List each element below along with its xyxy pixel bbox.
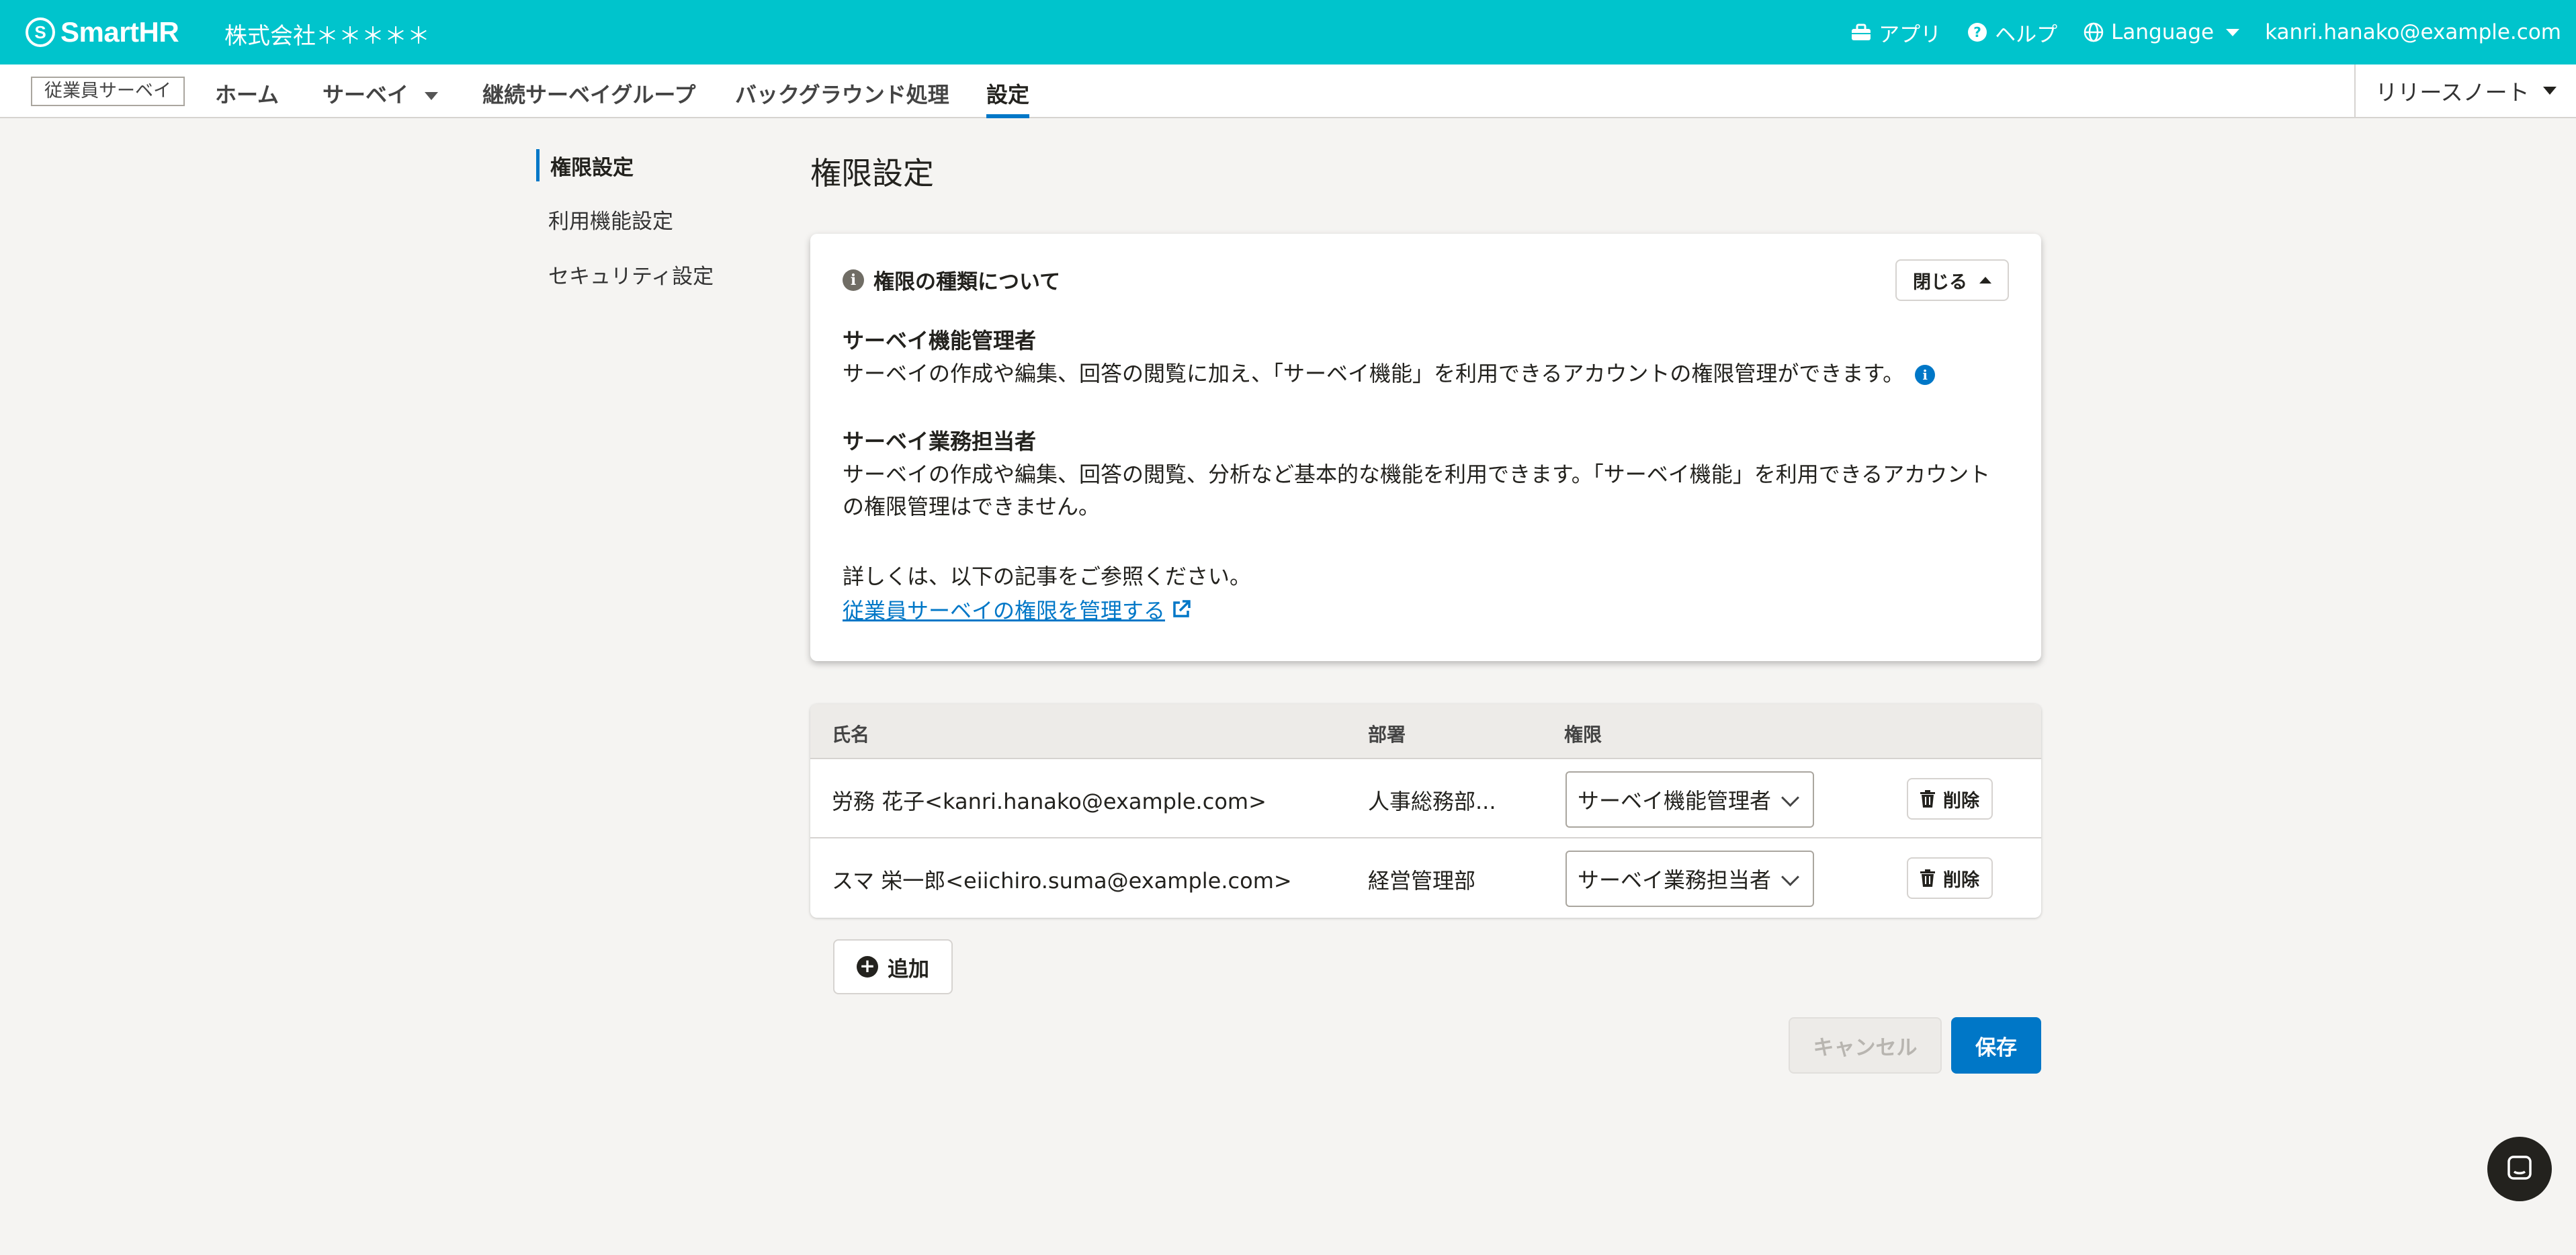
chevron-down-icon xyxy=(1781,868,1799,886)
tab-settings[interactable]: 設定 xyxy=(986,78,1030,118)
question-circle-icon: ? xyxy=(1967,21,1988,43)
role-title-admin: サーベイ機能管理者 xyxy=(843,328,1037,353)
chat-icon xyxy=(2505,1154,2534,1184)
save-button[interactable]: 保存 xyxy=(1951,1017,2041,1074)
page-title: 権限設定 xyxy=(810,155,934,191)
tab-home[interactable]: ホーム xyxy=(215,78,279,118)
apps-menu[interactable]: アプリ xyxy=(1850,17,1941,48)
help-article-link-text: 従業員サーベイの権限を管理する xyxy=(843,598,1166,623)
help-menu[interactable]: ? ヘルプ xyxy=(1967,17,2057,48)
info-icon: i xyxy=(843,269,864,291)
release-notes-label: リリースノート xyxy=(2375,79,2530,105)
user-email: kanri.hanako@example.com xyxy=(2265,20,2561,44)
trash-icon xyxy=(1920,869,1935,887)
member-name: 労務 花子<kanri.hanako@example.com> xyxy=(832,789,1266,814)
role-title-staff: サーベイ業務担当者 xyxy=(843,429,1037,454)
caret-down-icon xyxy=(425,92,439,100)
header-actions: アプリ ? ヘルプ Language kanri.hanako@example.… xyxy=(1825,15,2561,50)
language-label: Language xyxy=(2111,20,2215,44)
apps-label: アプリ xyxy=(1879,22,1942,47)
svg-text:?: ? xyxy=(1973,24,1981,40)
plus-circle-icon: + xyxy=(857,956,878,978)
member-name: スマ 栄一郎<eiichiro.suma@example.com> xyxy=(832,868,1292,894)
details-text: 詳しくは、以下の記事をご参照ください。 xyxy=(843,564,1252,589)
delete-button[interactable]: 削除 xyxy=(1907,857,1993,899)
help-label: ヘルプ xyxy=(1995,22,2058,47)
chevron-down-icon xyxy=(1781,789,1799,807)
settings-sidebar: 権限設定 利用機能設定 セキュリティ設定 xyxy=(536,149,714,314)
table-header: 氏名 部署 権限 xyxy=(810,704,2041,759)
table-row: 労務 花子<kanri.hanako@example.com> 人事総務部...… xyxy=(810,759,2041,838)
add-label: 追加 xyxy=(888,957,929,982)
release-notes-menu[interactable]: リリースノート xyxy=(2354,64,2576,117)
globe-icon xyxy=(2083,21,2104,43)
sidebar-item-features[interactable]: 利用機能設定 xyxy=(536,204,714,259)
role-desc-admin-text: サーベイの作成や編集、回答の閲覧に加え、「サーベイ機能」を利用できるアカウントの… xyxy=(843,361,1905,386)
add-member-button[interactable]: + 追加 xyxy=(833,939,953,994)
panel-heading: i 権限の種類について xyxy=(843,265,1060,295)
role-desc-admin: サーベイの作成や編集、回答の閲覧に加え、「サーベイ機能」を利用できるアカウントの… xyxy=(843,357,2012,390)
brand-name: SmartHR xyxy=(60,16,179,48)
smarthr-logo[interactable]: S SmartHR xyxy=(26,15,179,50)
global-header: S SmartHR 株式会社＊＊＊＊＊ アプリ ? ヘルプ Language k… xyxy=(0,0,2576,64)
delete-label: 削除 xyxy=(1943,790,1979,812)
role-select[interactable]: サーベイ機能管理者 xyxy=(1565,771,1814,828)
tab-survey[interactable]: サーベイ xyxy=(323,78,439,118)
caret-down-icon xyxy=(2542,87,2557,95)
role-select[interactable]: サーベイ業務担当者 xyxy=(1565,851,1814,907)
toolbox-icon xyxy=(1850,21,1872,43)
delete-button[interactable]: 削除 xyxy=(1907,778,1993,820)
column-department: 部署 xyxy=(1368,724,1406,746)
chat-support-button[interactable] xyxy=(2487,1137,2552,1201)
column-name: 氏名 xyxy=(832,724,870,746)
user-menu[interactable]: kanri.hanako@example.com xyxy=(2265,20,2561,44)
product-badge: 従業員サーベイ xyxy=(31,77,185,106)
tab-survey-label: サーベイ xyxy=(323,82,409,107)
table-row: スマ 栄一郎<eiichiro.suma@example.com> 経営管理部 … xyxy=(810,838,2041,918)
info-icon[interactable]: i xyxy=(1915,365,1936,385)
role-desc-staff: サーベイの作成や編集、回答の閲覧、分析など基本的な機能を利用できます。「サーベイ… xyxy=(843,462,1991,519)
tab-continuous-survey-group[interactable]: 継続サーベイグループ xyxy=(482,78,695,118)
permission-info-panel: i 権限の種類について 閉じる サーベイ機能管理者 サーベイの作成や編集、回答の… xyxy=(810,234,2041,661)
caret-down-icon xyxy=(2226,28,2240,36)
product-nav: 従業員サーベイ ホーム サーベイ 継続サーベイグループ バックグラウンド処理 設… xyxy=(0,64,2576,118)
role-select-value: サーベイ業務担当者 xyxy=(1578,867,1772,893)
tab-background-jobs[interactable]: バックグラウンド処理 xyxy=(735,78,949,118)
sidebar-item-permissions[interactable]: 権限設定 xyxy=(536,149,714,181)
trash-icon xyxy=(1920,790,1935,808)
member-department: 人事総務部... xyxy=(1368,789,1496,814)
sidebar-item-security[interactable]: セキュリティ設定 xyxy=(536,259,714,314)
language-selector[interactable]: Language xyxy=(2083,20,2240,44)
cancel-button[interactable]: キャンセル xyxy=(1789,1017,1942,1074)
smarthr-logo-icon: S xyxy=(26,17,55,47)
caret-up-icon xyxy=(1979,277,1991,284)
role-select-value: サーベイ機能管理者 xyxy=(1578,788,1772,814)
close-label: 閉じる xyxy=(1913,271,1967,293)
column-role: 権限 xyxy=(1564,724,1602,746)
company-name: 株式会社＊＊＊＊＊ xyxy=(224,23,430,50)
panel-heading-text: 権限の種類について xyxy=(873,270,1061,294)
external-link-icon xyxy=(1170,599,1192,620)
delete-label: 削除 xyxy=(1943,869,1979,891)
permissions-table: 氏名 部署 権限 労務 花子<kanri.hanako@example.com>… xyxy=(810,704,2041,918)
close-panel-button[interactable]: 閉じる xyxy=(1895,259,2009,301)
help-article-link[interactable]: 従業員サーベイの権限を管理する xyxy=(843,594,1192,625)
member-department: 経営管理部 xyxy=(1368,868,1476,894)
